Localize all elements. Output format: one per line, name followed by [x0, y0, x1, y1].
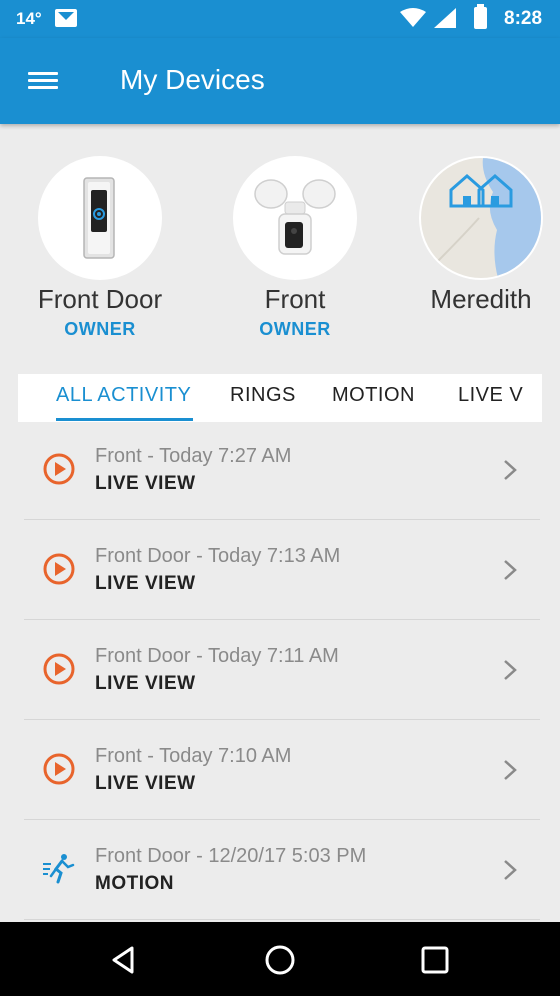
wifi-icon — [400, 8, 426, 27]
app-bar: My Devices — [0, 38, 560, 124]
device-name: Front Door — [37, 284, 163, 314]
device-front-door[interactable]: Front Door OWNER — [5, 156, 195, 340]
device-role: OWNER — [64, 319, 136, 339]
tab-live-view[interactable]: LIVE V — [458, 384, 523, 407]
recents-icon[interactable] — [417, 942, 453, 978]
activity-tabs: ALL ACTIVITY RINGS MOTION LIVE V — [18, 374, 542, 422]
device-name: Front — [264, 284, 326, 314]
tab-all-activity[interactable]: ALL ACTIVITY — [56, 384, 191, 407]
list-item[interactable]: Front Door - Today 7:11 AM LIVE VIEW — [24, 620, 540, 720]
activity-title: Front Door - Today 7:11 AM — [95, 645, 339, 667]
activity-kind: MOTION — [95, 873, 174, 894]
device-name: Meredith — [430, 284, 532, 314]
activity-kind: LIVE VIEW — [95, 673, 196, 694]
list-item[interactable]: Front - Today 7:27 AM LIVE VIEW — [24, 420, 540, 520]
activity-kind: LIVE VIEW — [95, 773, 196, 794]
page-title: My Devices — [120, 64, 265, 95]
device-front[interactable]: Front OWNER — [200, 156, 390, 340]
chevron-right-icon — [504, 460, 517, 480]
play-circle-icon — [43, 753, 75, 785]
play-circle-icon — [43, 453, 75, 485]
mail-icon — [55, 9, 77, 27]
activity-kind: LIVE VIEW — [95, 473, 196, 494]
hamburger-menu-icon[interactable] — [26, 68, 60, 94]
activity-title: Front Door - Today 7:13 AM — [95, 545, 341, 567]
chevron-right-icon — [504, 660, 517, 680]
clock-text: 8:28 — [504, 8, 543, 29]
chevron-right-icon — [504, 560, 517, 580]
activity-title: Front - Today 7:27 AM — [95, 445, 292, 467]
location-map-image — [419, 156, 543, 280]
signal-icon — [434, 8, 456, 28]
back-icon[interactable] — [106, 942, 142, 978]
system-nav-bar — [0, 922, 560, 996]
list-item[interactable]: Front Door - Today 7:13 AM LIVE VIEW — [24, 520, 540, 620]
status-bar: 14° 8:28 — [0, 0, 560, 38]
chevron-right-icon — [504, 760, 517, 780]
list-item[interactable]: Front - Today 7:10 AM LIVE VIEW — [24, 720, 540, 820]
play-circle-icon — [43, 553, 75, 585]
activity-title: Front Door - 12/20/17 5:03 PM — [95, 845, 367, 867]
doorbell-device-image — [38, 156, 162, 280]
temperature-text: 14° — [16, 9, 42, 28]
activity-kind: LIVE VIEW — [95, 573, 196, 594]
tab-rings[interactable]: RINGS — [230, 384, 296, 407]
home-icon[interactable] — [262, 942, 298, 978]
running-person-icon — [43, 854, 75, 884]
chevron-right-icon — [504, 860, 517, 880]
floodlight-cam-image — [233, 156, 357, 280]
play-circle-icon — [43, 653, 75, 685]
activity-list: Front - Today 7:27 AM LIVE VIEW Front Do… — [24, 420, 540, 920]
device-role: OWNER — [259, 319, 331, 339]
list-item[interactable]: Front Door - 12/20/17 5:03 PM MOTION — [24, 820, 540, 920]
battery-icon — [474, 4, 487, 29]
tab-motion[interactable]: MOTION — [332, 384, 415, 407]
device-meredith[interactable]: Meredith — [386, 156, 560, 319]
activity-title: Front - Today 7:10 AM — [95, 745, 292, 767]
